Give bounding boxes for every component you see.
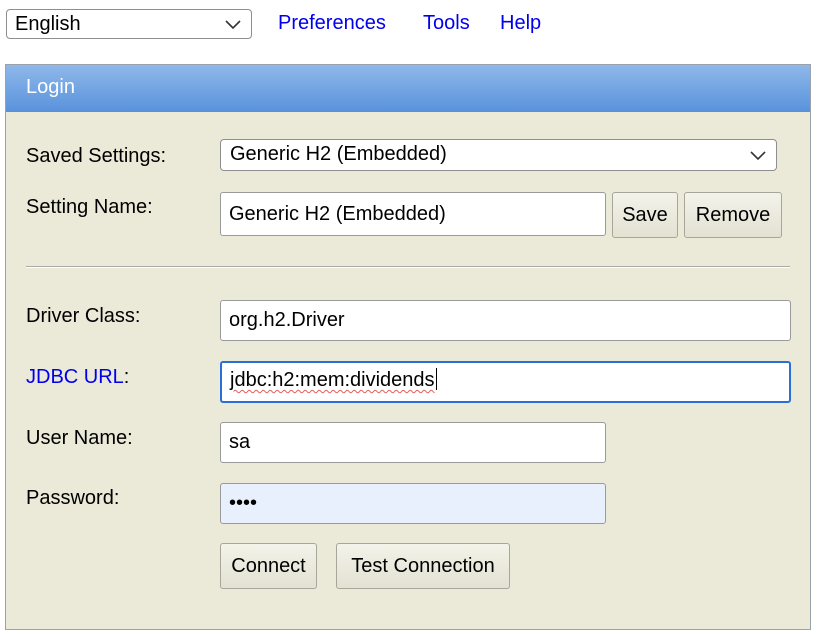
- setting-name-label: Setting Name:: [26, 196, 153, 218]
- user-name-label: User Name:: [26, 427, 133, 449]
- jdbc-url-value: jdbc:h2:mem:dividends: [230, 368, 437, 391]
- jdbc-url-link[interactable]: JDBC URL: [26, 366, 124, 388]
- user-name-input[interactable]: [220, 422, 606, 463]
- tools-link[interactable]: Tools: [423, 12, 470, 35]
- help-link[interactable]: Help: [500, 12, 541, 35]
- jdbc-url-label[interactable]: JDBC URL:: [26, 366, 129, 389]
- jdbc-url-colon: :: [123, 366, 130, 388]
- driver-class-label: Driver Class:: [26, 305, 141, 327]
- test-connection-button[interactable]: Test Connection: [336, 543, 510, 589]
- setting-name-input[interactable]: [220, 192, 606, 236]
- login-panel-header: Login: [6, 65, 810, 112]
- top-bar: English Preferences Tools Help: [0, 0, 818, 50]
- login-panel: Login Saved Settings: Generic H2 (Embedd…: [5, 64, 811, 630]
- chevron-down-icon: [748, 145, 768, 165]
- save-button[interactable]: Save: [612, 192, 678, 238]
- section-divider: [26, 266, 790, 268]
- text-caret: [435, 368, 437, 390]
- saved-settings-label: Saved Settings:: [26, 145, 167, 167]
- language-select[interactable]: English: [6, 9, 252, 39]
- saved-settings-select[interactable]: Generic H2 (Embedded): [220, 139, 777, 171]
- language-select-value: English: [15, 13, 81, 35]
- chevron-down-icon: [223, 14, 243, 34]
- password-label: Password:: [26, 487, 120, 509]
- password-input[interactable]: [220, 483, 606, 524]
- preferences-link[interactable]: Preferences: [278, 12, 386, 35]
- login-title: Login: [26, 76, 75, 98]
- remove-button[interactable]: Remove: [684, 192, 782, 238]
- driver-class-input[interactable]: [220, 300, 791, 341]
- connect-button[interactable]: Connect: [220, 543, 317, 589]
- jdbc-url-input[interactable]: jdbc:h2:mem:dividends: [220, 361, 791, 403]
- saved-settings-value: Generic H2 (Embedded): [230, 143, 447, 165]
